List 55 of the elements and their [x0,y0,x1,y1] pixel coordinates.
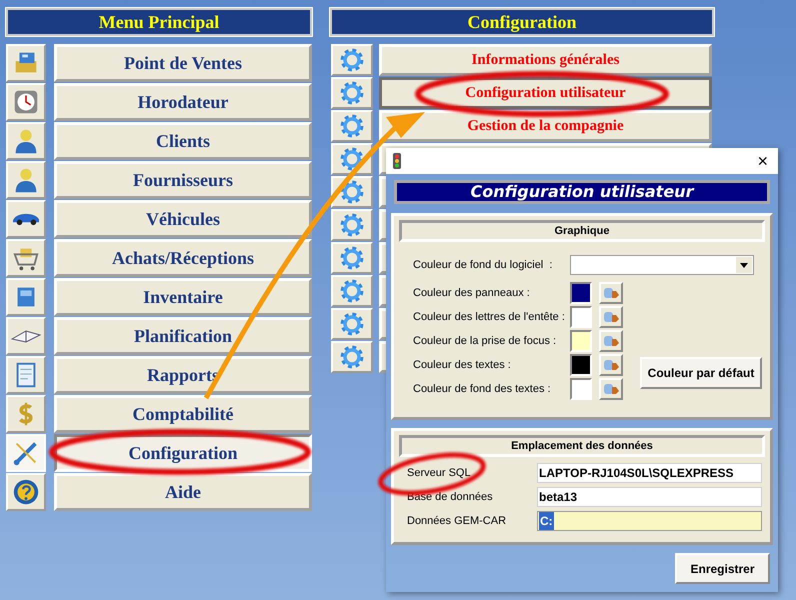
gear-icon [338,244,366,272]
dropper-icon [602,333,620,349]
menu-button[interactable]: Planification [54,317,312,355]
gear-icon [338,46,366,74]
traffic-light-icon [392,153,402,169]
menu-button[interactable]: Horodateur [54,83,312,121]
dropper-icon [602,309,620,325]
help-icon [11,477,41,507]
pick-color-button[interactable] [599,354,623,376]
menu-title: Configuration [467,10,576,34]
field-label: Couleur de fond du logiciel : [413,258,554,273]
menu-button[interactable]: Point de Ventes [54,44,312,82]
field-label: Serveur SQL [407,466,472,481]
gear-icon [338,310,366,338]
field-label: Couleur des panneaux : [413,286,531,301]
field-label: Couleur de fond des textes : [413,382,552,397]
color-dropdown[interactable] [570,255,754,275]
menu-button[interactable]: Inventaire [54,278,312,316]
menu-button[interactable]: Comptabilité [54,395,312,433]
caret-icon [736,257,752,273]
menu-title: Menu Principal [98,10,220,34]
gear-icon [338,112,366,140]
menu-button[interactable]: Rapports [54,356,312,394]
gear-icon [338,343,366,371]
dropper-icon [602,357,620,373]
dropper-icon [602,285,620,301]
input-field[interactable]: LAPTOP-RJ104S0L\SQLEXPRESS [537,463,762,483]
pick-color-button[interactable] [599,378,623,400]
menu-button[interactable]: Véhicules [54,200,312,238]
dialog-header: Configuration utilisateur [470,181,694,203]
field-label: Données GEM-CAR [407,514,508,529]
pick-color-button[interactable] [599,282,623,304]
default-color-button[interactable]: Couleur par défaut [640,357,762,389]
field-label: Couleur des textes : [413,358,512,373]
input-field[interactable]: beta13 [537,487,762,507]
menu-button[interactable]: Clients [54,122,312,160]
menu-button[interactable]: Achats/Réceptions [54,239,312,277]
panel-title: Emplacement des données [511,438,653,454]
input-field[interactable]: C: [537,511,762,531]
gear-icon [338,277,366,305]
gear-icon [338,211,366,239]
panel-title: Graphique [554,224,610,239]
close-button[interactable]: × [753,152,772,170]
pick-color-button[interactable] [599,306,623,328]
gear-icon [338,178,366,206]
gear-icon [338,79,366,107]
field-label: Couleur des lettres de l'entête : [413,310,566,325]
dropper-icon [602,381,620,397]
pick-color-button[interactable] [599,330,623,352]
field-label: Base de données [407,490,494,505]
car-icon [11,212,41,226]
save-button[interactable]: Enregistrer [675,553,770,584]
menu-button[interactable]: Fournisseurs [54,161,312,199]
menu-button[interactable]: Aide [54,473,312,511]
field-label: Couleur de la prise de focus : [413,334,558,349]
